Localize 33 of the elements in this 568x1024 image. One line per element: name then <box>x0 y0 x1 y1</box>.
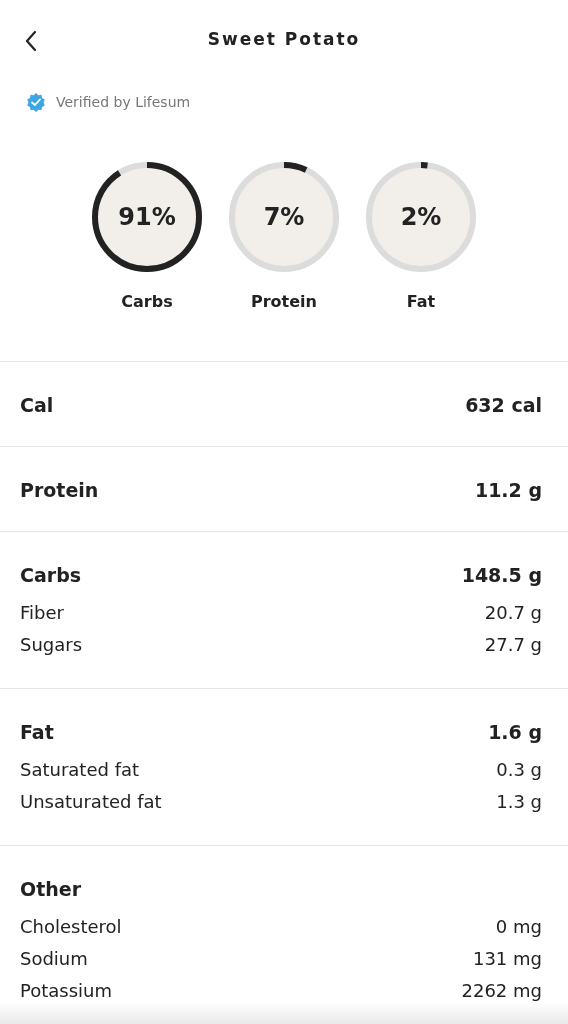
nutrient-label: Sodium <box>20 947 88 969</box>
nutrient-heading: Other <box>20 878 82 900</box>
macro-label: Protein <box>251 292 317 311</box>
verified-label: Verified by Lifesum <box>56 94 191 110</box>
verified-badge-icon <box>26 92 46 112</box>
macro-label: Carbs <box>121 292 173 311</box>
nutrient-value: 0.3 g <box>496 758 542 780</box>
nutrient-value: 11.2 g <box>474 479 542 501</box>
nutrient-value: 632 cal <box>465 394 542 416</box>
nutrient-label: Fiber <box>20 601 64 623</box>
nutrient-heading: Fat <box>20 721 54 743</box>
nutrient-value: 131 mg <box>472 947 542 969</box>
macro-label: Fat <box>406 292 436 311</box>
nutrient-value: 2262 mg <box>461 979 542 1001</box>
nutrient-value: 0 mg <box>495 915 542 937</box>
macro-percent: 91% <box>118 203 176 231</box>
nutrient-label: Unsaturated fat <box>20 790 162 812</box>
nutrient-value: 148.5 g <box>461 564 542 586</box>
nutrient-value: 27.7 g <box>484 633 542 655</box>
back-icon <box>24 30 38 52</box>
screen-title: Sweet Potato <box>207 29 361 49</box>
nutrient-label: Sugars <box>20 633 83 655</box>
nutrient-value: 20.7 g <box>484 601 542 623</box>
nutrient-value: 1.6 g <box>488 721 542 743</box>
nutrient-value: 1.3 g <box>496 790 542 812</box>
nutrient-heading: Protein <box>20 479 99 501</box>
nutrient-heading: Cal <box>20 394 54 416</box>
nutrient-label: Potassium <box>20 979 112 1001</box>
macro-percent: 2% <box>400 203 442 231</box>
nutrient-label: Cholesterol <box>20 915 122 937</box>
nutrient-label: Saturated fat <box>20 758 140 780</box>
nutrient-heading: Carbs <box>20 564 82 586</box>
macro-percent: 7% <box>263 203 305 231</box>
